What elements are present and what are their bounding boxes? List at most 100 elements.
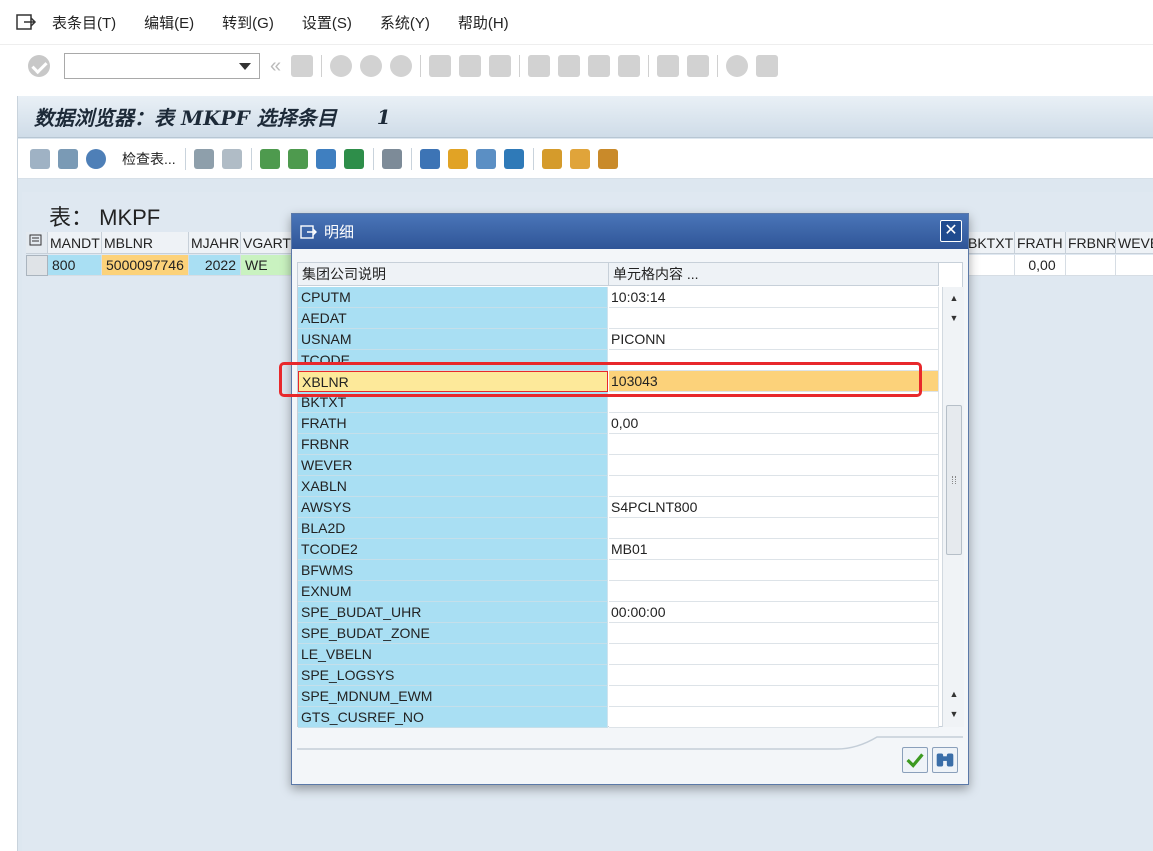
grid-cell[interactable]	[1116, 255, 1153, 276]
table-row[interactable]: 800 5000097746 2022 WE	[26, 255, 296, 276]
list-item[interactable]: LE_VBELN	[298, 644, 939, 665]
column-header-value[interactable]: 单元格内容 ...	[609, 263, 939, 286]
field-value-cell[interactable]: MB01	[609, 539, 939, 560]
grid-cell[interactable]: 800	[48, 255, 102, 276]
field-value-cell[interactable]	[609, 308, 939, 329]
field-name-cell[interactable]: CPUTM	[298, 287, 608, 308]
list-item[interactable]: XBLNR 103043	[298, 371, 939, 392]
grid-cell[interactable]: 0,00	[1015, 255, 1066, 276]
column-header[interactable]: MBLNR	[102, 232, 189, 254]
table-row[interactable]: 0,00	[966, 255, 1153, 276]
grid-cell[interactable]	[1066, 255, 1116, 276]
list-item[interactable]: CPUTM 10:03:14	[298, 287, 939, 308]
field-value-cell[interactable]	[609, 350, 939, 371]
field-value-cell[interactable]: 0,00	[609, 413, 939, 434]
help-icon[interactable]	[726, 54, 749, 77]
chevron-down-icon[interactable]	[239, 62, 251, 70]
dialog-title-bar[interactable]: 明细	[292, 214, 968, 249]
list-item[interactable]: AWSYS S4PCLNT800	[298, 497, 939, 518]
list-item[interactable]: FRATH 0,00	[298, 413, 939, 434]
field-value-cell[interactable]	[609, 560, 939, 581]
column-header[interactable]: WEVE	[1116, 232, 1153, 254]
field-value-cell[interactable]	[609, 707, 939, 728]
list-item[interactable]: WEVER	[298, 455, 939, 476]
scroll-down-icon[interactable]: ▼	[945, 309, 963, 327]
find-next-icon[interactable]	[489, 54, 512, 77]
field-name-cell[interactable]: LE_VBELN	[298, 644, 608, 665]
export-icon[interactable]	[447, 148, 468, 169]
sort-descending-icon[interactable]	[287, 148, 308, 169]
field-name-cell[interactable]: BFWMS	[298, 560, 608, 581]
list-item[interactable]: BLA2D	[298, 518, 939, 539]
field-name-cell[interactable]: BLA2D	[298, 518, 608, 539]
field-name-cell[interactable]: XBLNR	[298, 371, 608, 392]
print-preview-icon[interactable]	[381, 148, 402, 169]
field-name-cell[interactable]: EXNUM	[298, 581, 608, 602]
cancel-icon[interactable]	[390, 54, 413, 77]
field-name-cell[interactable]: SPE_LOGSYS	[298, 665, 608, 686]
list-item[interactable]: USNAM PICONN	[298, 329, 939, 350]
select-all-icon[interactable]	[193, 148, 214, 169]
field-value-cell[interactable]	[609, 392, 939, 413]
column-header[interactable]: MANDT	[48, 232, 102, 254]
menu-system[interactable]: 系统(Y)	[380, 12, 430, 33]
scroll-up-icon[interactable]: ▲	[945, 685, 963, 703]
field-value-cell[interactable]	[609, 476, 939, 497]
list-item[interactable]: FRBNR	[298, 434, 939, 455]
field-value-cell[interactable]: S4PCLNT800	[609, 497, 939, 518]
scroll-down-icon[interactable]: ▼	[945, 705, 963, 723]
check-table-button[interactable]: 检查表...	[122, 149, 176, 169]
field-value-cell[interactable]: 103043	[609, 371, 939, 392]
exit-icon[interactable]	[360, 54, 383, 77]
field-name-cell[interactable]: SPE_MDNUM_EWM	[298, 686, 608, 707]
column-header[interactable]: BKTXT	[966, 232, 1015, 254]
vertical-scrollbar[interactable]: ▲ ▼ ▲ ▼	[942, 287, 964, 727]
last-page-icon[interactable]	[618, 54, 641, 77]
word-processing-icon[interactable]	[503, 148, 524, 169]
field-value-cell[interactable]	[609, 665, 939, 686]
menu-help[interactable]: 帮助(H)	[458, 12, 509, 33]
command-field[interactable]	[64, 52, 260, 79]
field-name-cell[interactable]: TCODE	[298, 350, 608, 371]
menu-goto[interactable]: 转到(G)	[222, 12, 274, 33]
find-button[interactable]	[932, 747, 958, 773]
field-name-cell[interactable]: TCODE2	[298, 539, 608, 560]
field-value-cell[interactable]: 10:03:14	[609, 287, 939, 308]
field-name-cell[interactable]: XABLN	[298, 476, 608, 497]
column-header[interactable]: FRBNR	[1066, 232, 1116, 254]
print-icon[interactable]	[429, 54, 452, 77]
menu-settings[interactable]: 设置(S)	[302, 12, 352, 33]
column-header-description[interactable]: 集团公司说明	[298, 263, 609, 286]
grid-cell[interactable]	[966, 255, 1015, 276]
exit-menu-icon[interactable]	[16, 13, 38, 31]
field-name-cell[interactable]: FRBNR	[298, 434, 608, 455]
field-value-cell[interactable]	[609, 455, 939, 476]
previous-page-icon[interactable]	[558, 54, 581, 77]
sum-icon[interactable]	[343, 148, 364, 169]
field-name-cell[interactable]: GTS_CUSREF_NO	[298, 707, 608, 728]
scrollbar-thumb[interactable]	[946, 405, 962, 555]
sort-ascending-icon[interactable]	[259, 148, 280, 169]
list-item[interactable]: TCODE2 MB01	[298, 539, 939, 560]
field-value-cell[interactable]	[609, 518, 939, 539]
field-value-cell[interactable]	[609, 686, 939, 707]
confirm-button[interactable]	[902, 747, 928, 773]
list-item[interactable]: EXNUM	[298, 581, 939, 602]
menu-edit[interactable]: 编辑(E)	[144, 12, 194, 33]
field-name-cell[interactable]: SPE_BUDAT_ZONE	[298, 623, 608, 644]
first-page-icon[interactable]	[528, 54, 551, 77]
grid-cell[interactable]: WE	[241, 255, 296, 276]
filter-icon[interactable]	[315, 148, 336, 169]
list-item[interactable]: XABLN	[298, 476, 939, 497]
menu-table-entry[interactable]: 表条目(T)	[52, 12, 116, 33]
field-value-cell[interactable]: 00:00:00	[609, 602, 939, 623]
export-excel-icon[interactable]	[419, 148, 440, 169]
field-name-cell[interactable]: FRATH	[298, 413, 608, 434]
column-header[interactable]: FRATH	[1015, 232, 1066, 254]
column-header[interactable]: VGART	[241, 232, 296, 254]
choose-layout-icon[interactable]	[569, 148, 590, 169]
field-name-cell[interactable]: USNAM	[298, 329, 608, 350]
list-item[interactable]: BKTXT	[298, 392, 939, 413]
refresh-icon[interactable]	[86, 148, 106, 169]
grid-cell[interactable]: 5000097746	[102, 255, 189, 276]
